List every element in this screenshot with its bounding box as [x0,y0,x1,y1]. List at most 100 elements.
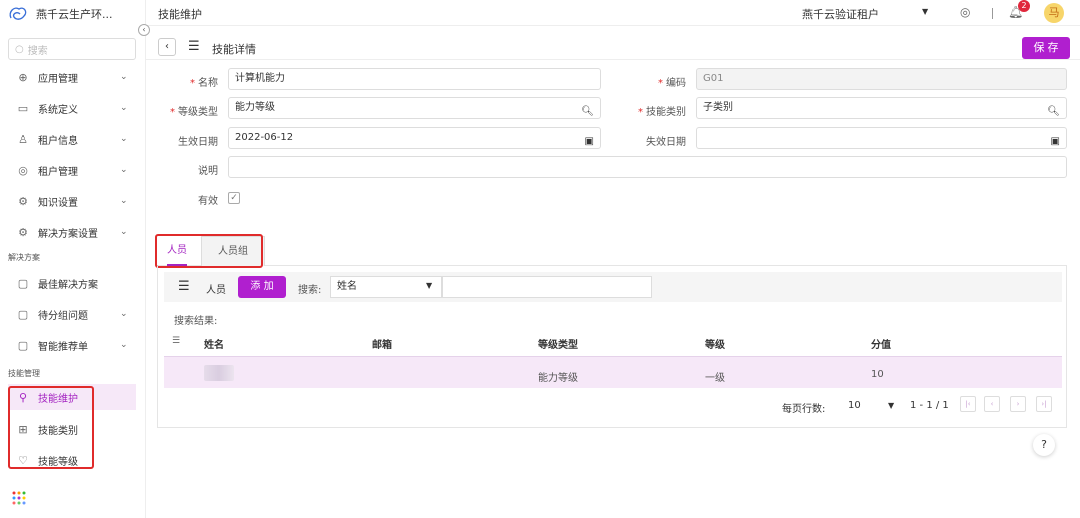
sidebar-item-label: 系统定义 [38,104,78,116]
brand-logo-icon [9,7,27,20]
level-type-value: 能力等级 [235,102,275,113]
sidebar-group-solutions: 解决方案 [8,253,40,262]
sidebar-item-solution-settings[interactable]: ⚙ 解决方案设置 ⌄ [0,219,146,245]
cell-level: 一级 [705,373,725,384]
search-icon[interactable]: 🔍︎ [581,102,594,122]
sidebar-item-tenant-info[interactable]: ♙ 租户信息 ⌄ [0,126,146,152]
sidebar-item-tenant-management[interactable]: ◎ 租户管理 ⌄ [0,157,146,183]
back-button[interactable]: ‹ [158,38,176,56]
cell-score: 10 [871,369,884,380]
code-field: G01 [696,68,1067,90]
app: 燕千云生产环... ‹ ○ 搜索 ⊕ 应用管理 ⌄ ▭ 系统定义 ⌄ ♙ 租户信… [0,0,1080,518]
settings-icon[interactable]: ◎ [960,5,970,19]
column-header-level-type[interactable]: 等级类型 [538,336,578,351]
chevron-down-icon: ⌄ [120,134,128,144]
page-title: 技能维护 [158,8,202,21]
notification-badge: 2 [1018,0,1030,12]
description-label: 说明 [198,166,218,177]
name-field[interactable]: 计算机能力 [228,68,601,90]
chevron-down-icon: ⌄ [120,227,128,237]
topbar-divider [992,8,993,19]
next-page-button[interactable]: › [1010,396,1026,412]
sidebar-item-label: 最佳解决方案 [38,279,98,291]
filter-search-icon[interactable]: ☰ [172,336,180,346]
sidebar-item-label: 智能推荐单 [38,341,88,353]
calendar-icon[interactable]: ▣ [1051,132,1060,152]
description-field[interactable] [228,156,1067,178]
document-icon: ▢ [17,276,29,290]
caret-down-icon[interactable]: ▼ [426,281,432,290]
level-type-field[interactable]: 能力等级 🔍︎ [228,97,601,119]
first-page-button[interactable]: |‹ [960,396,976,412]
page-range: 1 - 1 / 1 [910,400,949,411]
document-icon: ▢ [17,307,29,321]
toolbar-label: 人员 [206,285,226,296]
sidebar-item-best-solution[interactable]: ▢ 最佳解决方案 [0,270,146,296]
gear-icon: ⚙ [18,194,28,208]
detail-header: ‹ ☰ 技能详情 保 存 [146,34,1080,60]
column-header-email[interactable]: 邮箱 [372,336,392,351]
sidebar-item-smart-recommend[interactable]: ▢ 智能推荐单 ⌄ [0,332,146,358]
save-button[interactable]: 保 存 [1022,37,1070,59]
search-input[interactable] [442,276,652,298]
search-icon[interactable]: 🔍︎ [1047,102,1060,122]
sidebar-item-ungrouped-issues[interactable]: ▢ 待分组问题 ⌄ [0,301,146,327]
rows-per-page-label: 每页行数: [782,404,826,415]
chevron-down-icon: ⌄ [120,165,128,175]
start-date-value: 2022-06-12 [235,132,294,143]
search-result-label: 搜索结果: [174,316,218,327]
search-label: 搜索: [298,285,322,296]
column-header-level[interactable]: 等级 [705,336,725,351]
chevron-down-icon: ⌄ [120,103,128,113]
sidebar-item-label: 应用管理 [38,73,78,85]
level-type-label: * 等级类型 [170,107,218,118]
collapse-sidebar-icon[interactable]: ‹ [138,24,150,36]
sidebar: 燕千云生产环... ‹ ○ 搜索 ⊕ 应用管理 ⌄ ▭ 系统定义 ⌄ ♙ 租户信… [0,0,150,518]
code-label: * 编码 [658,78,686,89]
column-header-name[interactable]: 姓名 [204,336,224,351]
persons-panel: ☰ 人员 添 加 搜索: 姓名 ▼ 搜索结果: ☰ 姓名 邮箱 等级类型 等级 … [157,266,1067,428]
prev-page-button[interactable]: ‹ [984,396,1000,412]
end-date-field[interactable]: ▣ [696,127,1067,149]
sidebar-item-knowledge-settings[interactable]: ⚙ 知识设置 ⌄ [0,188,146,214]
column-header-score[interactable]: 分值 [871,336,891,351]
menu-icon[interactable]: ☰ [178,279,190,294]
category-field[interactable]: 子类别 🔍︎ [696,97,1067,119]
help-icon[interactable]: ? [1033,434,1055,456]
blurred-name [204,365,234,381]
caret-down-icon[interactable]: ▼ [888,401,894,410]
search-icon: ○ [15,43,24,55]
brand[interactable]: 燕千云生产环... [8,4,113,24]
start-date-field[interactable]: 2022-06-12 ▣ [228,127,601,149]
brand-name: 燕千云生产环... [36,8,113,21]
document-icon: ▢ [17,338,29,352]
sidebar-item-system-definition[interactable]: ▭ 系统定义 ⌄ [0,95,146,121]
calendar-icon[interactable]: ▣ [585,132,594,152]
valid-checkbox[interactable]: ✓ [228,192,240,204]
chevron-down-icon: ⌄ [120,196,128,206]
table-row[interactable]: 能力等级 一级 10 [164,356,1062,388]
add-button[interactable]: 添 加 [238,276,286,298]
chevron-down-icon: ⌄ [120,72,128,82]
end-date-label: 失效日期 [646,137,686,148]
sidebar-search-placeholder: 搜索 [27,45,48,57]
cell-level-type: 能力等级 [538,373,578,384]
sidebar-item-app-management[interactable]: ⊕ 应用管理 ⌄ [0,64,146,90]
gear-icon: ⚙ [18,225,28,239]
sidebar-search-input[interactable]: ○ 搜索 [8,38,136,60]
page-size-select[interactable]: 10 [848,400,861,411]
apps-grid-icon[interactable] [10,490,30,510]
start-date-label: 生效日期 [178,137,218,148]
topbar: 技能维护 燕千云验证租户 ▼ ◎ 🔔︎ 2 马 [146,0,1080,26]
valid-label: 有效 [198,196,218,207]
caret-down-icon[interactable]: ▼ [922,7,928,16]
sidebar-item-label: 知识设置 [38,197,78,209]
last-page-button[interactable]: ›| [1036,396,1052,412]
user-icon: ♙ [18,132,28,146]
avatar[interactable]: 马 [1044,3,1064,23]
tenant-selector[interactable]: 燕千云验证租户 [802,6,879,22]
monitor-icon: ▭ [17,101,29,115]
annotation-highlight-box [8,386,94,469]
sidebar-item-label: 解决方案设置 [38,228,98,240]
menu-icon[interactable]: ☰ [188,39,200,54]
